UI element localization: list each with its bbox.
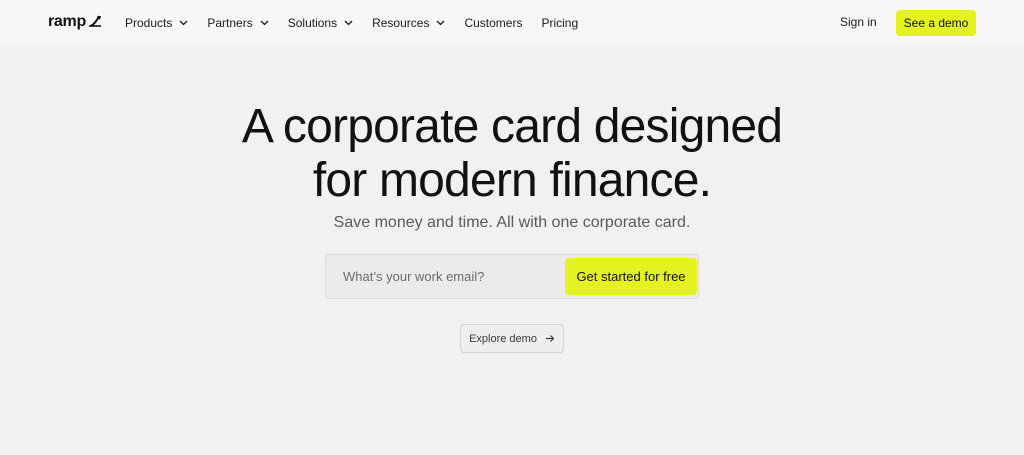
nav-item-partners[interactable]: Partners [207,15,269,30]
top-nav: ramp Products Partners Solutions Resourc… [0,0,1024,45]
nav-item-label: Solutions [287,15,338,30]
nav-item-label: Resources [372,15,430,30]
nav-item-resources[interactable]: Resources [372,16,445,30]
hero-subtitle: Save money and time. All with one corpor… [333,214,691,231]
nav-item-customers[interactable]: Customers [464,16,522,30]
explore-demo-label: Explore demo [469,332,537,345]
hero-title-line-1: A corporate card designed [241,100,783,153]
chevron-down-icon [179,20,188,26]
logo-text: ramp [48,13,86,30]
nav-item-pricing[interactable]: Pricing [541,16,578,30]
hero-title-line-2: for modern finance. [312,154,712,207]
arrow-right-icon [545,334,555,343]
nav-item-label: Pricing [541,15,579,30]
work-email-input[interactable] [326,255,562,298]
get-started-button[interactable]: Get started for free [565,258,697,295]
explore-demo-button[interactable]: Explore demo [460,324,564,353]
ramp-logo-icon [88,15,101,27]
email-signup-form: Get started for free [325,254,699,299]
hero-title: A corporate card designed for modern fin… [0,100,1024,208]
chevron-down-icon [260,20,269,26]
nav-item-label: Customers [464,15,523,30]
chevron-down-icon [436,20,445,26]
nav-menu: Products Partners Solutions Resources Cu… [125,0,597,45]
chevron-down-icon [344,20,353,26]
nav-item-label: Products [125,15,173,30]
sign-in-link[interactable]: Sign in [840,15,877,29]
ramp-logo[interactable]: ramp [48,13,102,31]
nav-item-products[interactable]: Products [125,16,188,30]
see-a-demo-button[interactable]: See a demo [896,10,976,36]
nav-item-solutions[interactable]: Solutions [288,16,353,30]
nav-item-label: Partners [207,15,253,30]
